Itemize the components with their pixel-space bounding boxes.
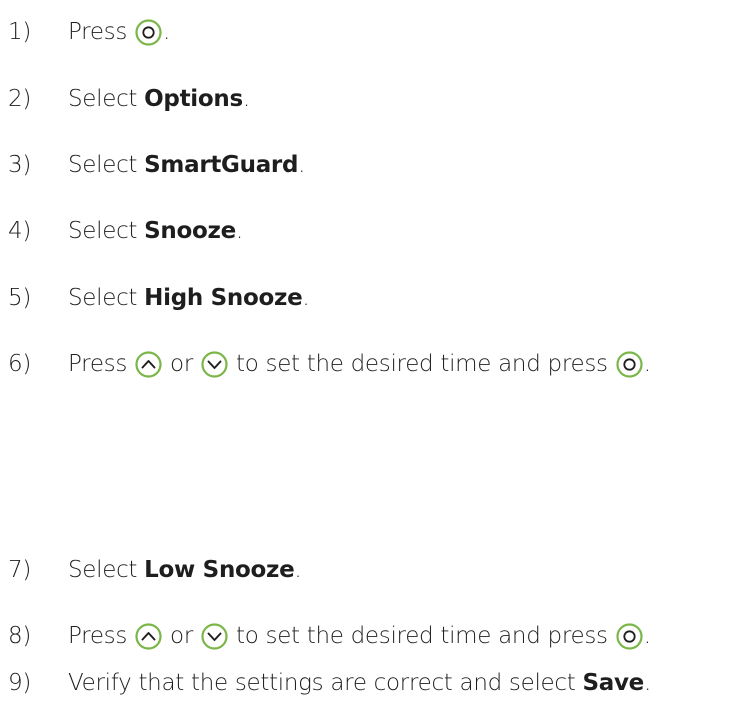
- step-text-fragment: Press: [68, 623, 135, 649]
- step-text-fragment: .: [298, 152, 306, 178]
- step-text-fragment: Select: [68, 218, 145, 244]
- step-number: 6): [8, 351, 32, 377]
- step-text-fragment: Select: [68, 152, 145, 178]
- step-text-fragment: to set the desired time and press: [229, 623, 615, 649]
- step-text-fragment: .: [163, 19, 171, 45]
- step-text: Press or to set the desired time and pre…: [68, 616, 651, 656]
- step-text-fragment: .: [294, 557, 302, 583]
- step-text-fragment: or: [163, 623, 200, 649]
- step-number: 3): [8, 152, 32, 178]
- step-text-fragment: or: [163, 351, 200, 377]
- menu-item-reference: Snooze: [144, 218, 236, 244]
- step-text-fragment: .: [242, 86, 250, 112]
- step-text-fragment: Verify that the settings are correct and…: [68, 670, 583, 696]
- step-number: 7): [8, 557, 32, 583]
- step-text: Select Snooze.: [68, 211, 243, 251]
- step-text-fragment: Press: [68, 351, 135, 377]
- down-button-icon: [201, 622, 228, 650]
- step-text-fragment: Select: [68, 86, 145, 112]
- step-number: 5): [8, 285, 32, 311]
- step-text: Press or to set the desired time and pre…: [68, 344, 651, 384]
- select-button-icon: [616, 622, 643, 650]
- step-text-fragment: .: [643, 351, 651, 377]
- step-text-fragment: to set the desired time and press: [229, 351, 615, 377]
- step-number: 2): [8, 86, 32, 112]
- menu-item-reference: Low Snooze: [144, 557, 295, 583]
- down-button-icon: [201, 350, 228, 378]
- up-button-icon: [135, 622, 162, 650]
- select-button-icon: [135, 18, 162, 46]
- menu-item-reference: SmartGuard: [144, 152, 299, 178]
- up-button-icon: [135, 350, 162, 378]
- step-text: Select Low Snooze.: [68, 550, 302, 590]
- menu-item-reference: High Snooze: [144, 285, 303, 311]
- step-number: 1): [8, 19, 32, 45]
- select-button-icon: [616, 350, 643, 378]
- step-number: 9): [8, 670, 32, 696]
- menu-item-reference: Options: [144, 86, 243, 112]
- step-text: Verify that the settings are correct and…: [68, 663, 651, 703]
- step-text-fragment: Select: [68, 285, 145, 311]
- step-text-fragment: Press: [68, 19, 135, 45]
- step-text: Select High Snooze.: [68, 278, 310, 318]
- step-text-fragment: .: [302, 285, 310, 311]
- step-text: Press .: [68, 12, 170, 52]
- step-text: Select Options.: [68, 79, 250, 119]
- step-text-fragment: .: [643, 670, 651, 696]
- step-number: 8): [8, 623, 32, 649]
- step-text-fragment: .: [235, 218, 243, 244]
- step-text-fragment: Select: [68, 557, 145, 583]
- step-text-fragment: .: [643, 623, 651, 649]
- menu-item-reference: Save: [582, 670, 644, 696]
- step-number: 4): [8, 218, 32, 244]
- step-text: Select SmartGuard.: [68, 145, 305, 185]
